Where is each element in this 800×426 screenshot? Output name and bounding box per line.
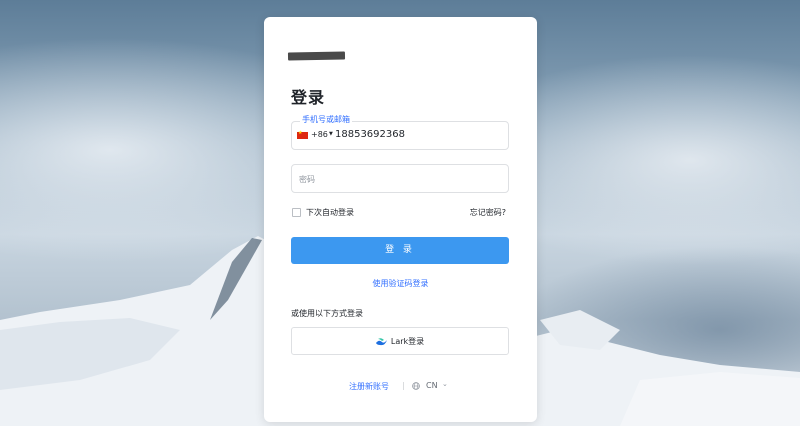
forgot-password-link[interactable]: 忘记密码? bbox=[470, 207, 506, 218]
login-card: 登录 手机号或邮箱 +86 ▼ 18853692368 密码 下次自动登录 忘记… bbox=[264, 17, 537, 422]
china-flag-icon[interactable] bbox=[297, 130, 308, 139]
phone-input-value[interactable]: 18853692368 bbox=[335, 129, 405, 140]
globe-icon[interactable] bbox=[412, 382, 420, 390]
remember-checkbox[interactable] bbox=[292, 208, 301, 217]
password-placeholder: 密码 bbox=[299, 175, 315, 184]
country-code[interactable]: +86 bbox=[311, 130, 328, 139]
footer-divider: | bbox=[402, 381, 405, 390]
phone-email-field[interactable]: 手机号或邮箱 +86 ▼ 18853692368 bbox=[291, 114, 509, 150]
lark-icon bbox=[375, 338, 387, 346]
caret-down-icon[interactable]: ▼ bbox=[329, 131, 333, 137]
page-title: 登录 bbox=[291, 88, 326, 107]
lark-login-label: Lark登录 bbox=[390, 337, 425, 346]
redacted-logo bbox=[287, 51, 346, 61]
chevron-down-icon[interactable]: ⌄ bbox=[442, 380, 448, 388]
alt-login-label: 或使用以下方式登录 bbox=[291, 309, 363, 318]
code-login-link[interactable]: 使用验证码登录 bbox=[264, 278, 537, 289]
login-button[interactable]: 登 录 bbox=[291, 237, 509, 264]
register-link[interactable]: 注册新账号 bbox=[349, 381, 389, 392]
password-field[interactable]: 密码 bbox=[291, 164, 509, 193]
phone-field-label: 手机号或邮箱 bbox=[300, 114, 352, 125]
remember-label[interactable]: 下次自动登录 bbox=[306, 207, 354, 218]
language-selector[interactable]: CN bbox=[426, 381, 438, 390]
lark-login-button[interactable]: Lark登录 bbox=[291, 327, 509, 355]
